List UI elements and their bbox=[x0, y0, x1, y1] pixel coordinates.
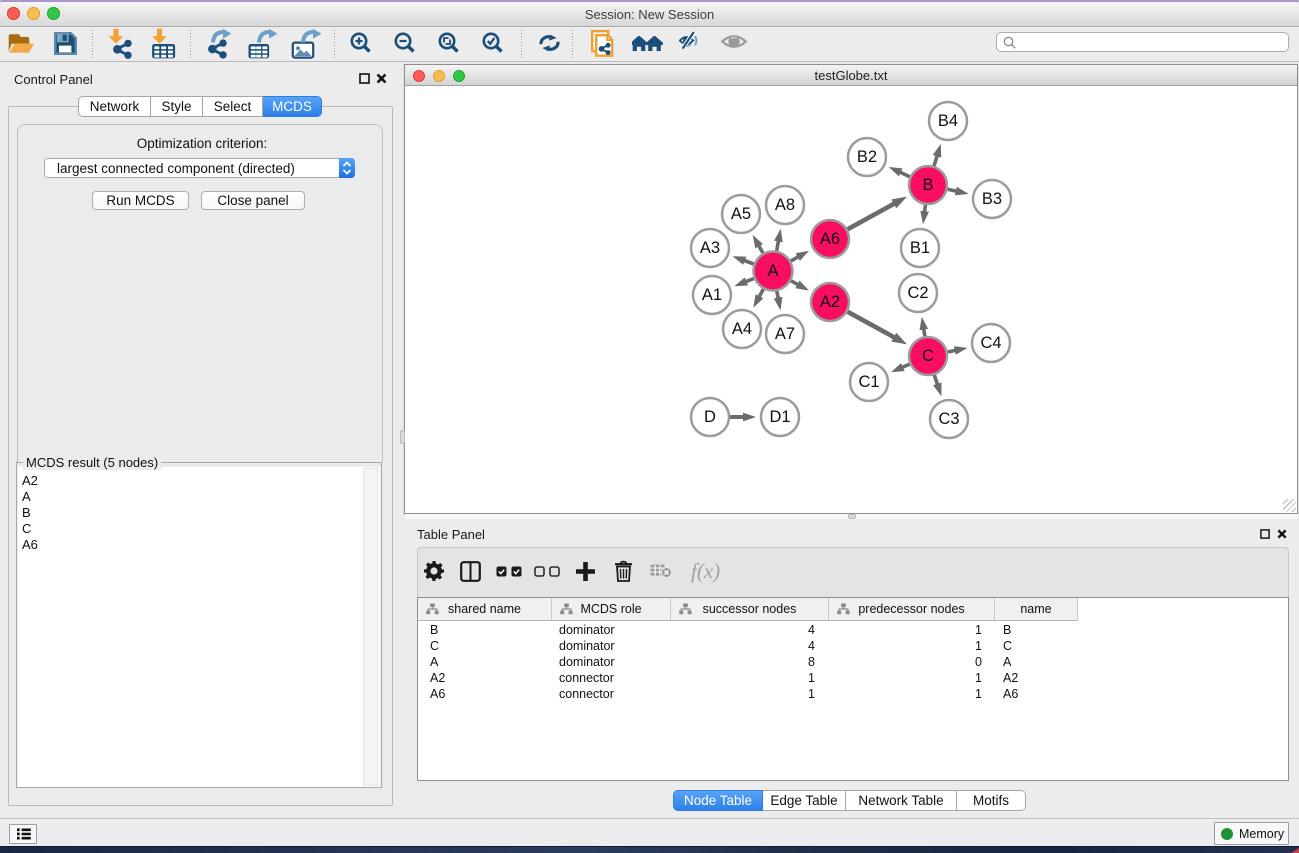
svg-text:A3: A3 bbox=[700, 239, 720, 257]
svg-text:A4: A4 bbox=[732, 320, 752, 338]
svg-text:C: C bbox=[922, 347, 934, 365]
svg-text:A2: A2 bbox=[820, 293, 840, 311]
svg-text:C2: C2 bbox=[907, 284, 928, 302]
svg-text:D1: D1 bbox=[769, 408, 790, 426]
svg-text:A8: A8 bbox=[775, 196, 795, 214]
svg-text:C3: C3 bbox=[938, 410, 959, 428]
svg-text:B1: B1 bbox=[910, 239, 930, 257]
svg-text:B3: B3 bbox=[982, 190, 1002, 208]
svg-text:A5: A5 bbox=[731, 205, 751, 223]
svg-text:C4: C4 bbox=[980, 334, 1001, 352]
svg-text:C1: C1 bbox=[858, 373, 879, 391]
svg-text:B4: B4 bbox=[938, 112, 958, 130]
svg-text:A6: A6 bbox=[820, 230, 840, 248]
svg-text:B2: B2 bbox=[857, 148, 877, 166]
svg-text:A7: A7 bbox=[775, 325, 795, 343]
svg-text:A1: A1 bbox=[702, 286, 722, 304]
svg-text:D: D bbox=[704, 408, 716, 426]
svg-text:A: A bbox=[767, 262, 778, 280]
svg-text:B: B bbox=[922, 176, 933, 194]
